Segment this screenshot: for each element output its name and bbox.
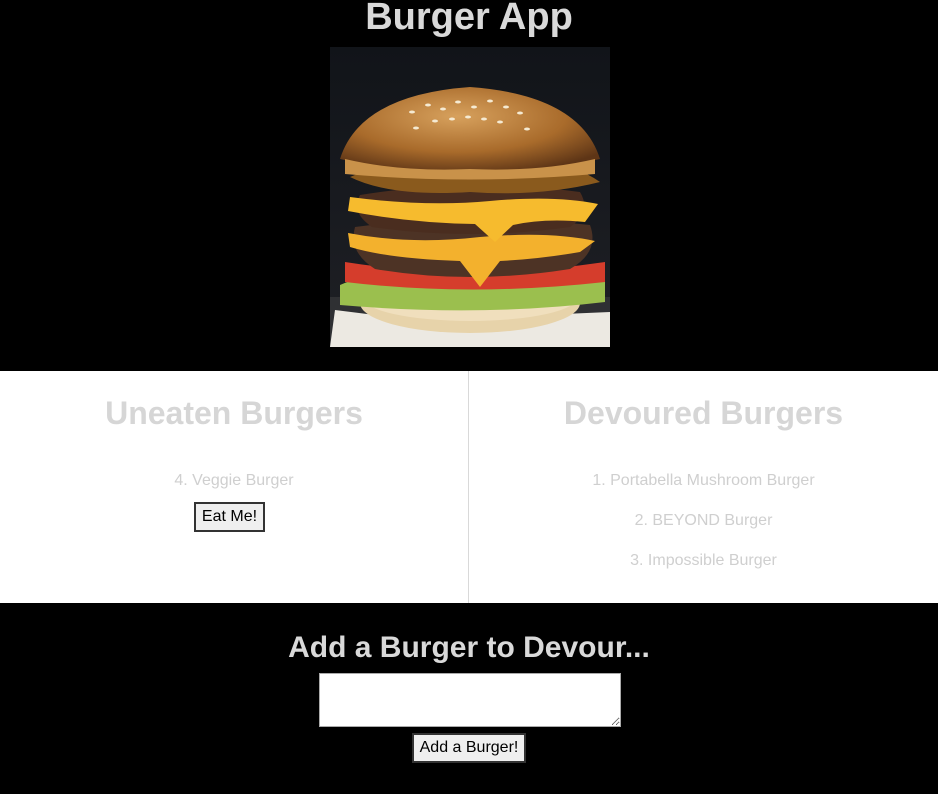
devoured-list: 1. Portabella Mushroom Burger 2. BEYOND … [469,461,938,581]
burger-image [330,47,610,347]
header: Burger App [0,0,938,371]
devoured-burger-item: 3. Impossible Burger [630,552,777,569]
devoured-heading: Devoured Burgers [563,395,844,431]
devoured-burger-item: 1. Portabella Mushroom Burger [592,472,815,489]
burger-name-input[interactable] [319,673,621,727]
burger-lists: Uneaten Burgers 4. Veggie Burger Eat Me!… [0,371,938,603]
uneaten-heading: Uneaten Burgers [105,395,363,431]
uneaten-column: Uneaten Burgers 4. Veggie Burger Eat Me! [0,371,469,603]
devoured-column: Devoured Burgers 1. Portabella Mushroom … [469,371,938,603]
eat-me-button[interactable]: Eat Me! [194,502,265,532]
devoured-burger-item: 2. BEYOND Burger [634,512,773,529]
app-title: Burger App [365,0,573,38]
add-burger-button[interactable]: Add a Burger! [412,733,526,763]
burger-illustration [330,47,610,347]
add-burger-title: Add a Burger to Devour... [288,631,650,664]
uneaten-list: 4. Veggie Burger [0,461,468,501]
add-burger-section: Add a Burger to Devour... Add a Burger! [0,603,938,794]
uneaten-burger-item: 4. Veggie Burger [174,472,294,489]
